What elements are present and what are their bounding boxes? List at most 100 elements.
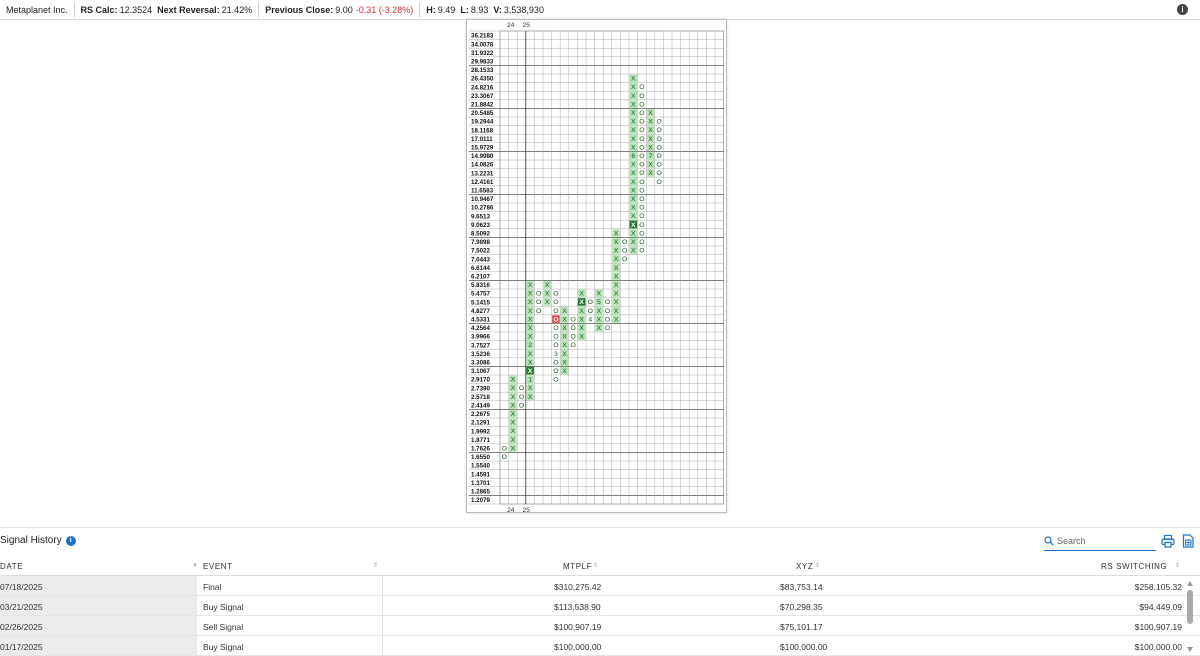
x-mark: X xyxy=(579,308,584,315)
cell-xyz: $75,101.17 xyxy=(780,622,823,632)
price-label-left: 20.5485 xyxy=(471,110,494,117)
o-mark: O xyxy=(656,179,661,186)
x-mark: 7 xyxy=(649,153,653,160)
table-row[interactable]: 02/26/2025Sell Signal$100,907.19$75,101.… xyxy=(0,616,1200,636)
spreadsheet-export-icon[interactable] xyxy=(1181,534,1195,548)
year-label-top: 25 xyxy=(523,22,531,29)
x-mark: X xyxy=(528,368,533,375)
price-label-left: 19.2944 xyxy=(471,119,494,126)
sort-icon[interactable]: ⇕ xyxy=(373,562,379,569)
x-mark: X xyxy=(579,316,584,323)
price-label-left: 3.1067 xyxy=(471,368,490,375)
cell-xyz: $70,298.35 xyxy=(780,602,823,612)
o-mark: O xyxy=(622,239,627,246)
hlv-stats: H: 9.49 L: 8.93 V: 3,538,930 xyxy=(420,0,550,20)
column-header-event[interactable]: EVENT xyxy=(203,562,233,571)
price-label-left: 36.2183 xyxy=(471,33,494,40)
price-label-left: 7.5022 xyxy=(471,248,490,255)
price-label-left: 4.2564 xyxy=(471,325,490,332)
x-mark: X xyxy=(631,136,636,143)
x-mark: X xyxy=(614,282,619,289)
price-label-left: 1.9992 xyxy=(471,428,490,435)
o-mark: O xyxy=(588,308,593,315)
x-mark: X xyxy=(648,170,653,177)
o-mark: O xyxy=(639,93,644,100)
sort-desc-icon[interactable]: ▼ xyxy=(192,563,199,569)
sort-icon[interactable]: ⇕ xyxy=(1175,562,1181,569)
o-mark: O xyxy=(656,162,661,169)
print-icon[interactable] xyxy=(1161,534,1175,548)
cell-mtplf: $100,000.00 xyxy=(554,642,601,652)
cell-mtplf: $100,907.19 xyxy=(554,622,601,632)
signal-table-body: 07/18/2025Final$310,275.42$83,753.14$258… xyxy=(0,576,1200,656)
price-label-left: 13.2231 xyxy=(471,170,494,177)
price-label-left: 1.5540 xyxy=(471,463,490,470)
o-mark: O xyxy=(639,110,644,117)
o-mark: O xyxy=(605,308,610,315)
o-mark: O xyxy=(656,127,661,134)
table-row[interactable]: 03/21/2025Buy Signal$113,538.90$70,298.3… xyxy=(0,596,1200,616)
table-scrollbar[interactable] xyxy=(1186,580,1194,653)
search-box[interactable]: Search xyxy=(1044,532,1156,551)
cell-mtplf: $113,538.90 xyxy=(554,602,601,612)
sort-icon[interactable]: ⇕ xyxy=(593,562,599,569)
x-mark: X xyxy=(528,308,533,315)
o-mark: O xyxy=(536,308,541,315)
o-mark: O xyxy=(639,248,644,255)
signal-history-title-text: Signal History xyxy=(0,535,62,546)
x-mark: X xyxy=(648,144,653,151)
column-header-rs-switching[interactable]: RS SWITCHING xyxy=(1101,562,1167,571)
price-label-left: 26.4350 xyxy=(471,76,494,83)
year-label-bottom: 25 xyxy=(523,507,531,512)
x-mark: X xyxy=(562,316,567,323)
o-mark: O xyxy=(622,248,627,255)
o-mark: O xyxy=(553,291,558,298)
info-icon[interactable]: i xyxy=(1177,4,1188,15)
year-label-top: 24 xyxy=(507,22,515,29)
x-mark: X xyxy=(528,316,533,323)
x-mark: X xyxy=(631,222,636,229)
x-mark: X xyxy=(631,84,636,91)
price-label-left: 10.9467 xyxy=(471,196,494,203)
x-mark: X xyxy=(631,196,636,203)
o-mark: 3 xyxy=(554,351,558,358)
pnf-chart-svg: 2424252536.218336.218334.007834.007831.9… xyxy=(467,20,726,512)
x-mark: X xyxy=(648,162,653,169)
column-header-xyz[interactable]: XYZ xyxy=(796,562,813,571)
x-mark: X xyxy=(631,239,636,246)
cell-date: 03/21/2025 xyxy=(0,596,197,615)
x-mark: X xyxy=(631,170,636,177)
x-mark: X xyxy=(562,368,567,375)
price-label-left: 10.2786 xyxy=(471,205,494,212)
low-value: 8.93 xyxy=(471,5,489,15)
high-value: 9.49 xyxy=(438,5,456,15)
o-mark: O xyxy=(570,342,575,349)
x-mark: X xyxy=(511,385,516,392)
x-mark: X xyxy=(631,127,636,134)
previous-close: Previous Close: 9.00 -0.31 (-3.28%) xyxy=(259,0,419,20)
column-header-date[interactable]: DATE xyxy=(0,562,23,571)
price-label-left: 7.9898 xyxy=(471,239,490,246)
price-label-left: 1.4591 xyxy=(471,471,490,478)
o-mark: O xyxy=(656,136,661,143)
search-icon xyxy=(1044,536,1054,546)
column-header-mtplf[interactable]: MTPLF xyxy=(563,562,592,571)
x-mark: X xyxy=(631,144,636,151)
x-mark: X xyxy=(614,230,619,237)
info-icon[interactable]: i xyxy=(66,536,76,546)
cell-rs-switching: $94,449.09 xyxy=(1139,602,1182,612)
o-mark: O xyxy=(656,153,661,160)
table-row[interactable]: 07/18/2025Final$310,275.42$83,753.14$258… xyxy=(0,576,1200,596)
price-label-left: 3.9966 xyxy=(471,334,490,341)
x-mark: X xyxy=(511,420,516,427)
price-label-left: 14.0826 xyxy=(471,162,494,169)
x-mark: 5 xyxy=(597,299,601,306)
cell-rs-switching: $100,000.00 xyxy=(1135,642,1182,652)
x-mark: X xyxy=(511,377,516,384)
table-row[interactable]: 01/17/2025Buy Signal$100,000.00$100,000.… xyxy=(0,636,1200,656)
cell-event: Sell Signal xyxy=(197,616,383,635)
sort-icon[interactable]: ⇕ xyxy=(815,562,821,569)
o-mark: O xyxy=(570,316,575,323)
x-mark: X xyxy=(631,179,636,186)
x-mark: X xyxy=(597,291,602,298)
